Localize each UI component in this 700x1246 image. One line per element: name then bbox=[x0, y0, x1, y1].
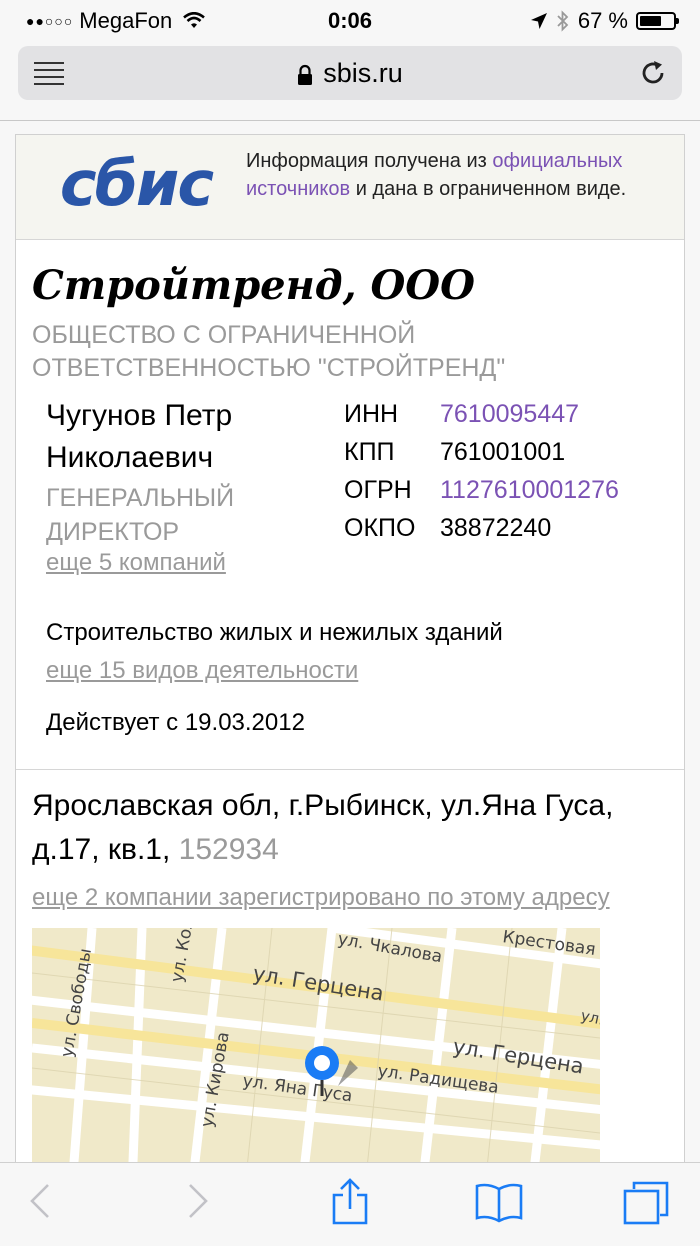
info-text: Информация получена из официальных источ… bbox=[246, 150, 627, 200]
director-more-companies-link[interactable]: еще 5 компаний bbox=[46, 549, 316, 577]
address-text: Ярославская обл, г.Рыбинск, ул.Яна Гуса,… bbox=[32, 789, 614, 866]
status-bar: ●●○○○ MegaFon 0:06 67 % bbox=[0, 0, 700, 40]
forward-chevron-icon[interactable] bbox=[186, 1181, 210, 1221]
reload-icon[interactable] bbox=[638, 58, 668, 88]
inn-link[interactable]: 7610095447 bbox=[440, 400, 579, 429]
svg-text:сбис: сбис bbox=[60, 149, 214, 220]
company-full-name: ОБЩЕСТВО С ОГРАНИЧЕННОЙ ОТВЕТСТВЕННОСТЬЮ… bbox=[32, 321, 506, 382]
code-label: ОКПО bbox=[344, 513, 416, 542]
url-text: sbis.ru bbox=[323, 58, 403, 88]
main-activity: Строительство жилых и нежилых зданий bbox=[46, 619, 503, 646]
code-row: КПП 761001001 bbox=[344, 433, 619, 471]
location-arrow-icon bbox=[530, 13, 547, 29]
sbis-logo[interactable]: сбис bbox=[50, 149, 222, 223]
tabs-icon[interactable] bbox=[622, 1181, 670, 1225]
ogrn-link[interactable]: 1127610001276 bbox=[440, 476, 619, 505]
address-bar[interactable]: sbis.ru bbox=[18, 46, 682, 100]
registration-codes: ИНН 7610095447 КПП 761001001 ОГРН 112761… bbox=[344, 395, 619, 547]
kpp-value: 761001001 bbox=[440, 437, 566, 466]
safari-toolbar bbox=[0, 1162, 700, 1246]
okpo-value: 38872240 bbox=[440, 513, 552, 542]
activity-block: Строительство жилых и нежилых зданий еще… bbox=[16, 595, 684, 685]
page-top-divider bbox=[0, 120, 700, 121]
company-name: Стройтренд, ООО bbox=[32, 262, 475, 309]
address-block: Ярославская обл, г.Рыбинск, ул.Яна Гуса,… bbox=[16, 770, 684, 912]
director-role: ГЕНЕРАЛЬНЫЙ ДИРЕКТОР bbox=[46, 484, 235, 546]
more-activities-link[interactable]: еще 15 видов деятельности bbox=[46, 657, 654, 685]
company-card: Стройтренд, ООО ОБЩЕСТВО С ОГРАНИЧЕННОЙ … bbox=[16, 262, 684, 595]
battery-percent: 67 % bbox=[577, 8, 628, 33]
code-row: ОКПО 38872240 bbox=[344, 509, 619, 547]
active-since: Действует с 19.03.2012 bbox=[46, 709, 305, 736]
code-label: ОГРН bbox=[344, 475, 412, 504]
bookmarks-icon[interactable] bbox=[474, 1183, 524, 1223]
director-name: Чугунов Петр Николаевич bbox=[46, 399, 233, 474]
postal-code: 152934 bbox=[178, 833, 279, 866]
lock-icon bbox=[298, 64, 313, 85]
code-label: КПП bbox=[344, 437, 395, 466]
code-row: ОГРН 1127610001276 bbox=[344, 471, 619, 509]
back-chevron-icon[interactable] bbox=[28, 1181, 52, 1221]
location-map[interactable]: ул. Чкалова Крестовая ул. Герцена ул. Ге… bbox=[32, 928, 600, 1168]
share-icon[interactable] bbox=[330, 1177, 370, 1227]
bluetooth-icon bbox=[557, 10, 569, 32]
battery-icon bbox=[636, 12, 679, 30]
info-banner: сбис Информация получена из официальных … bbox=[16, 135, 684, 240]
code-row: ИНН 7610095447 bbox=[344, 395, 619, 433]
same-address-companies-link[interactable]: еще 2 компании зарегистрировано по этому… bbox=[32, 884, 668, 912]
code-label: ИНН bbox=[344, 399, 399, 428]
director-block: Чугунов Петр Николаевич ГЕНЕРАЛЬНЫЙ ДИРЕ… bbox=[46, 395, 316, 577]
page-content: сбис Информация получена из официальных … bbox=[15, 134, 685, 1174]
map-canvas[interactable]: ул. Чкалова Крестовая ул. Герцена ул. Ге… bbox=[32, 928, 600, 1168]
